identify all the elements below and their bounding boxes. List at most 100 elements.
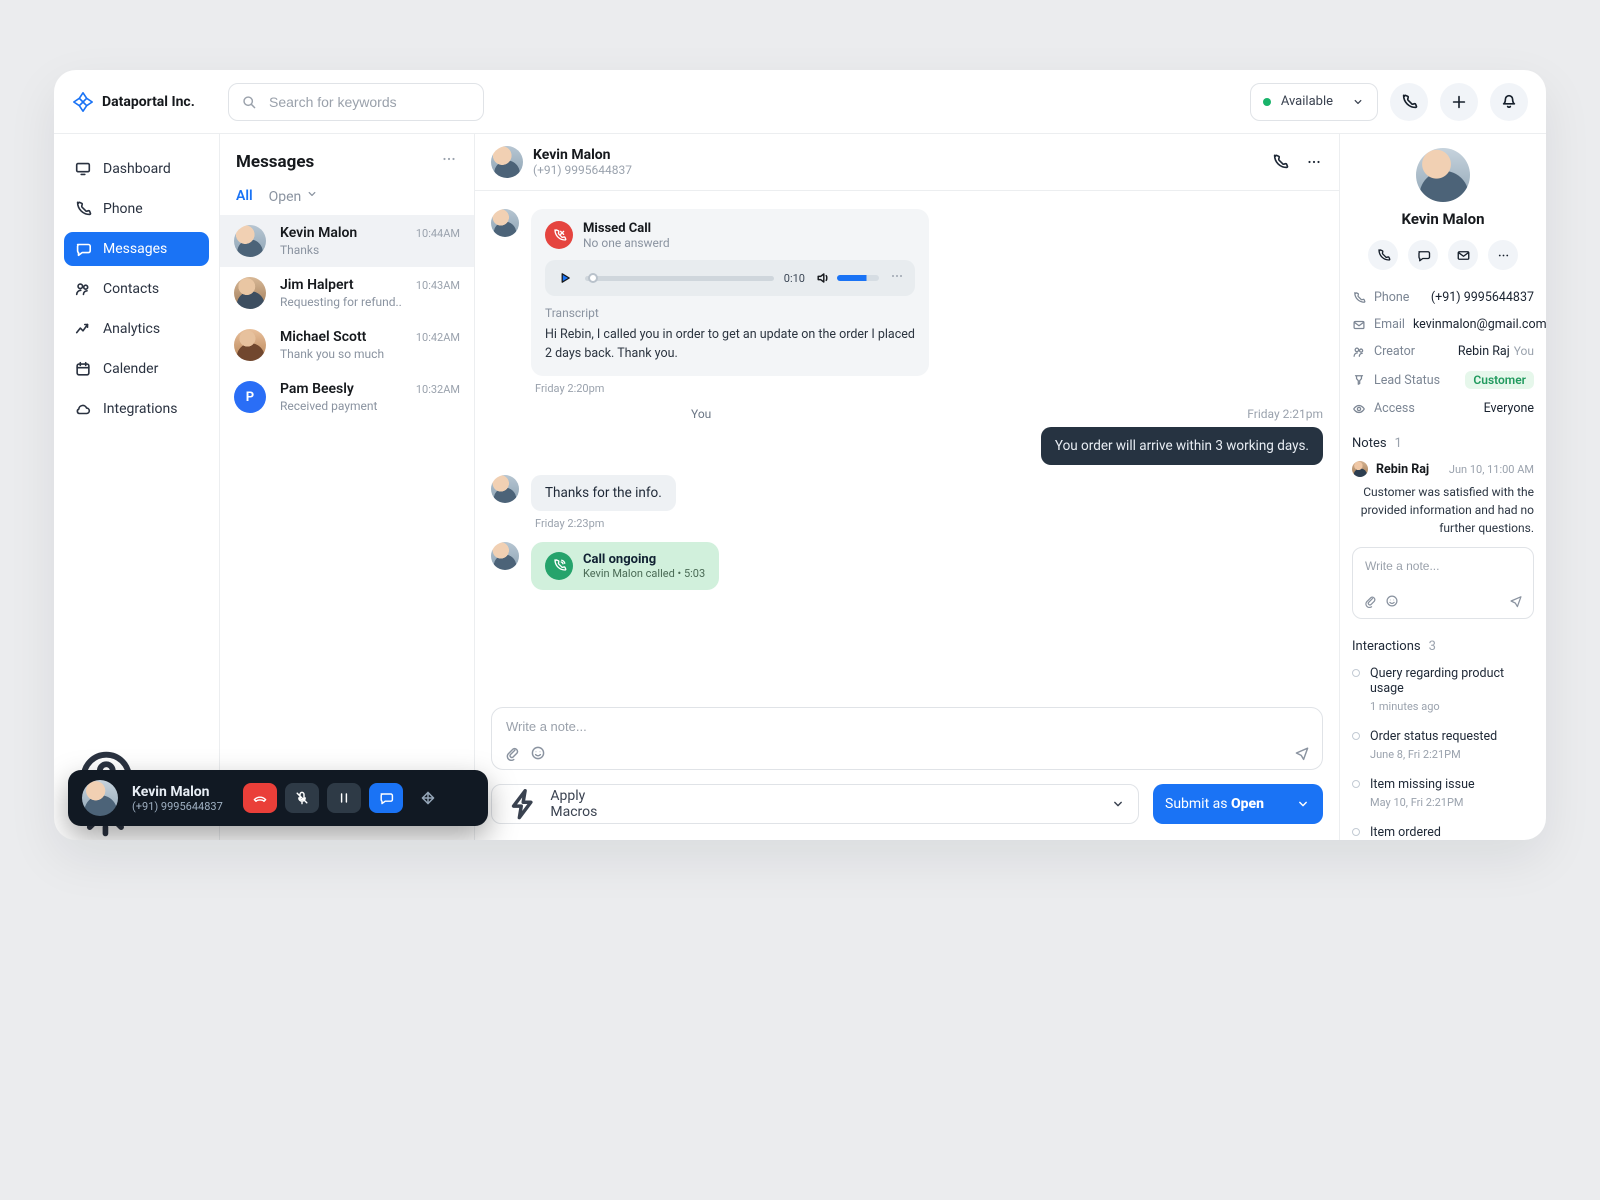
hold-button[interactable] (327, 783, 361, 813)
active-call-bar[interactable]: Kevin Malon (+91) 9995644837 (68, 770, 488, 826)
volume-control[interactable] (815, 270, 879, 286)
thread-row[interactable]: P Pam Beesly Received payment 10:32AM (220, 371, 474, 423)
calendar-icon (74, 360, 92, 378)
brand: Dataportal Inc. (54, 91, 220, 113)
conversation-col: Kevin Malon (+91) 9995644837 (475, 134, 1340, 840)
sidebar-item-contacts[interactable]: Contacts (64, 272, 209, 306)
bubble-in: Thanks for the info. (531, 475, 676, 511)
timeline-time: May 10, Fri 2:21PM (1370, 796, 1475, 809)
callbar-name: Kevin Malon (132, 784, 223, 800)
availability-select[interactable]: Available (1250, 83, 1378, 121)
send-icon[interactable] (1509, 594, 1523, 608)
workspace: Dashboard Phone Messages Contacts (54, 134, 1546, 840)
contact-more-button[interactable] (1488, 240, 1518, 270)
lead-icon (1352, 373, 1366, 387)
phone-icon (1400, 93, 1418, 111)
phone-icon[interactable] (1271, 153, 1289, 171)
status-dot-icon (1263, 98, 1271, 106)
thread-row[interactable]: Jim Halpert Requesting for refund.. 10:4… (220, 267, 474, 319)
send-icon[interactable] (1294, 745, 1310, 761)
avatar (234, 225, 266, 257)
interactions-count: 3 (1429, 639, 1436, 654)
open-chat-button[interactable] (369, 783, 403, 813)
contact-chat-button[interactable] (1408, 240, 1438, 270)
search-field[interactable] (267, 93, 471, 111)
timeline-dot-icon (1352, 669, 1360, 677)
emoji-icon[interactable] (1385, 594, 1399, 608)
chevron-down-icon (305, 187, 319, 201)
contact-name: Kevin Malon (1401, 210, 1484, 228)
notifications-button[interactable] (1490, 83, 1528, 121)
note-composer[interactable] (491, 707, 1323, 770)
chat-icon (378, 790, 394, 806)
chat-icon (1416, 248, 1431, 263)
audio-duration: 0:10 (784, 272, 805, 285)
tab-open[interactable]: Open (269, 187, 319, 205)
message-list-options-button[interactable] (440, 150, 458, 173)
thread-preview: Requesting for refund.. (280, 295, 406, 309)
hangup-button[interactable] (243, 783, 277, 813)
play-button[interactable] (555, 268, 575, 288)
tab-all[interactable]: All (236, 188, 253, 204)
timeline-dot-icon (1352, 828, 1360, 836)
interactions-section: Interactions3 Query regarding product us… (1352, 639, 1534, 840)
thread-row[interactable]: Michael Scott Thank you so much 10:42AM (220, 319, 474, 371)
contact-call-button[interactable] (1368, 240, 1398, 270)
sidebar-item-dashboard[interactable]: Dashboard (64, 152, 209, 186)
audio-scrubber[interactable] (585, 276, 774, 281)
message-out: You order will arrive within 3 working d… (491, 427, 1323, 465)
sidebar-item-calendar[interactable]: Calender (64, 352, 209, 386)
sidebar-item-integrations[interactable]: Integrations (64, 392, 209, 426)
submit-button[interactable]: Submit as Open (1153, 784, 1323, 824)
thread-time: 10:44AM (416, 225, 460, 240)
message-sender: You (691, 407, 711, 421)
contact-email-button[interactable] (1448, 240, 1478, 270)
drag-handle[interactable] (411, 783, 445, 813)
sidebar-item-analytics[interactable]: Analytics (64, 312, 209, 346)
contact-panel: Kevin Malon Phone (+91) 9995644837 Ema (1340, 134, 1546, 840)
field-value: Everyone (1484, 401, 1534, 416)
thread-name: Jim Halpert (280, 277, 406, 293)
transcript-label: Transcript (545, 306, 915, 320)
notes-count: 1 (1395, 436, 1402, 451)
thread-time: 10:32AM (416, 381, 460, 396)
submit-status: Open (1231, 796, 1264, 812)
timestamp: Friday 2:23pm (535, 517, 1323, 530)
attach-icon[interactable] (504, 745, 520, 761)
audio-more-button[interactable] (889, 268, 905, 288)
timeline-item[interactable]: Item orderedMay 1, Fri 2:21PM (1352, 825, 1534, 840)
timeline-item[interactable]: Query regarding product usage1 minutes a… (1352, 666, 1534, 713)
conversation-body: Missed Call No one answerd 0:10 (475, 191, 1339, 707)
volume-bar[interactable] (837, 275, 879, 281)
sidebar-item-label: Messages (103, 241, 167, 257)
sidebar-item-label: Calender (103, 361, 158, 377)
chart-icon (74, 320, 92, 338)
dial-button[interactable] (1390, 83, 1428, 121)
note-input-field[interactable] (1363, 558, 1523, 574)
thread-row[interactable]: Kevin Malon Thanks 10:44AM (220, 215, 474, 267)
more-icon[interactable] (1305, 153, 1323, 171)
emoji-icon[interactable] (530, 745, 546, 761)
sidebar-item-messages[interactable]: Messages (64, 232, 209, 266)
timeline-item[interactable]: Order status requestedJune 8, Fri 2:21PM (1352, 729, 1534, 761)
sidebar-item-label: Analytics (103, 321, 160, 337)
apply-macros-select[interactable]: Apply Macros (491, 784, 1139, 824)
phone-icon (1352, 291, 1366, 305)
note-composer-mini[interactable] (1352, 547, 1534, 619)
voicemail-player: 0:10 (545, 260, 915, 296)
timeline-item[interactable]: Item missing issueMay 10, Fri 2:21PM (1352, 777, 1534, 809)
search-input[interactable] (228, 83, 484, 121)
field-creator: Creator Rebin RajYou (1352, 344, 1534, 359)
timeline-time: June 8, Fri 2:21PM (1370, 748, 1497, 761)
move-icon (420, 790, 436, 806)
submit-prefix: Submit as (1165, 796, 1231, 812)
composer-input[interactable] (504, 718, 1310, 735)
sidebar: Dashboard Phone Messages Contacts (54, 134, 220, 840)
sidebar-item-label: Phone (103, 201, 143, 217)
note-item: Rebin Raj Jun 10, 11:00 AM Customer was … (1352, 461, 1534, 537)
mute-button[interactable] (285, 783, 319, 813)
sidebar-item-phone[interactable]: Phone (64, 192, 209, 226)
attach-icon[interactable] (1363, 594, 1377, 608)
field-label: Access (1374, 401, 1415, 416)
add-button[interactable] (1440, 83, 1478, 121)
